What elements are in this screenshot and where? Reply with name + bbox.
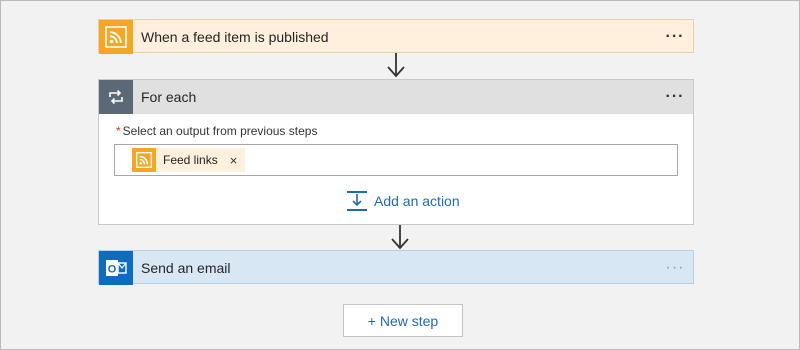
arrow-down-icon bbox=[387, 53, 405, 78]
foreach-body: * Select an output from previous steps Fe… bbox=[99, 114, 693, 226]
trigger-title: When a feed item is published bbox=[141, 29, 329, 45]
loop-icon bbox=[99, 80, 133, 114]
rss-icon bbox=[132, 148, 156, 172]
insert-action-icon bbox=[347, 191, 367, 211]
send-email-card[interactable]: O Send an email ··· bbox=[98, 250, 694, 285]
foreach-card-header[interactable]: For each ··· bbox=[99, 80, 693, 114]
foreach-card[interactable]: For each ··· * Select an output from prev… bbox=[98, 79, 694, 225]
output-token-input[interactable]: Feed links × bbox=[114, 144, 678, 176]
output-field-label-text: Select an output from previous steps bbox=[122, 124, 318, 138]
token-label: Feed links bbox=[163, 153, 218, 167]
trigger-card-header[interactable]: When a feed item is published ··· bbox=[99, 20, 693, 54]
foreach-title: For each bbox=[141, 89, 197, 105]
send-email-more-button[interactable]: ··· bbox=[659, 251, 691, 285]
outlook-icon: O bbox=[99, 251, 133, 285]
output-field-label: * Select an output from previous steps bbox=[116, 124, 678, 138]
feed-links-token[interactable]: Feed links × bbox=[132, 148, 246, 172]
trigger-card[interactable]: When a feed item is published ··· bbox=[98, 19, 694, 54]
required-marker: * bbox=[116, 124, 121, 138]
send-email-card-header[interactable]: O Send an email ··· bbox=[99, 251, 693, 285]
add-action-label: Add an action bbox=[374, 193, 460, 209]
trigger-more-button[interactable]: ··· bbox=[659, 20, 691, 54]
arrow-down-icon bbox=[391, 225, 409, 250]
new-step-button[interactable]: + New step bbox=[343, 304, 463, 337]
add-an-action-button[interactable]: Add an action bbox=[346, 190, 460, 212]
svg-text:O: O bbox=[108, 264, 117, 276]
token-remove-button[interactable]: × bbox=[230, 153, 238, 168]
send-email-title: Send an email bbox=[141, 260, 231, 276]
foreach-more-button[interactable]: ··· bbox=[659, 80, 691, 114]
rss-icon bbox=[99, 20, 133, 54]
